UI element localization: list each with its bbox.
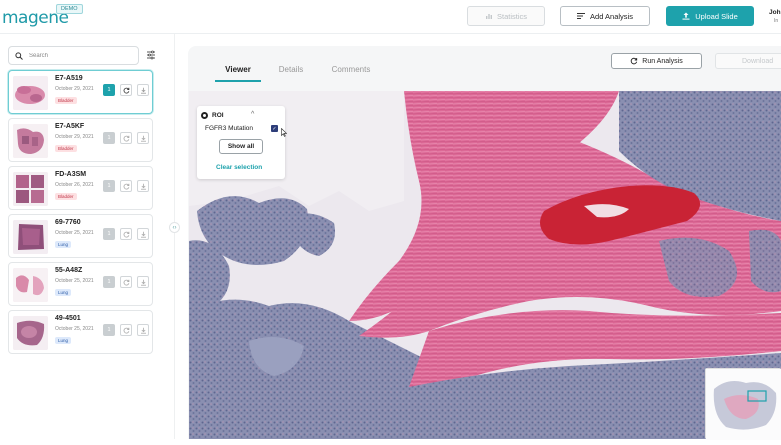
slide-thumbnail <box>13 316 48 350</box>
slide-id: 69-7760 <box>55 219 81 226</box>
download-icon <box>140 279 146 286</box>
slide-card[interactable]: 69-7760 October 25, 2021 Lung 1 <box>8 214 153 258</box>
search-input[interactable] <box>29 52 129 59</box>
analysis-count-badge[interactable]: 1 <box>103 132 115 144</box>
slide-card[interactable]: 49-4501 October 25, 2021 Lung 1 <box>8 310 153 354</box>
slide-thumbnail <box>13 220 48 254</box>
slide-date: October 29, 2021 <box>55 86 94 92</box>
slide-id: FD-A3SM <box>55 171 87 178</box>
slide-card[interactable]: FD-A3SM October 26, 2021 Bladder 1 <box>8 166 153 210</box>
download-slide-button[interactable] <box>137 132 149 144</box>
slide-card[interactable]: 55-A48Z October 25, 2021 Lung 1 <box>8 262 153 306</box>
refresh-button[interactable] <box>120 228 132 240</box>
refresh-button[interactable] <box>120 276 132 288</box>
user-org: In <box>774 18 779 24</box>
roi-panel: ROI ^ FGFR3 Mutation ✓ Show all Clear se… <box>197 106 285 179</box>
slide-thumbnail <box>13 124 48 158</box>
minimap-thumbnail <box>706 369 781 440</box>
upload-slide-label: Upload Slide <box>695 11 738 21</box>
user-name[interactable]: Joh <box>769 9 781 16</box>
bar-chart-icon <box>485 14 492 19</box>
clear-selection-link[interactable]: Clear selection <box>216 164 262 171</box>
filter-icon[interactable] <box>146 50 156 60</box>
roi-title: ROI <box>212 112 224 119</box>
roi-item-label: FGFR3 Mutation <box>205 125 254 132</box>
add-analysis-button[interactable]: Add Analysis <box>560 6 650 26</box>
download-icon <box>140 87 146 94</box>
download-slide-button[interactable] <box>137 180 149 192</box>
slide-thumbnail <box>13 76 48 110</box>
download-slide-button[interactable] <box>137 324 149 336</box>
download-icon <box>140 231 146 238</box>
refresh-icon <box>631 57 638 65</box>
refresh-icon <box>123 183 129 189</box>
download-icon <box>140 327 146 334</box>
slide-id: 49-4501 <box>55 315 81 322</box>
run-analysis-button[interactable]: Run Analysis <box>611 53 702 69</box>
slide-date: October 26, 2021 <box>55 182 94 188</box>
slide-id: E7-A519 <box>55 75 83 82</box>
download-icon <box>140 135 146 142</box>
list-icon <box>577 13 586 19</box>
analysis-count-badge[interactable]: 1 <box>103 324 115 336</box>
organ-tag: Bladder <box>55 193 77 200</box>
statistics-button[interactable]: Statistics <box>467 6 545 26</box>
slide-date: October 25, 2021 <box>55 230 94 236</box>
slide-date: October 25, 2021 <box>55 326 94 332</box>
download-slide-button[interactable] <box>137 84 149 96</box>
tab-viewer[interactable]: Viewer <box>215 60 261 82</box>
download-icon <box>140 183 146 190</box>
slide-card[interactable]: E7-A5KF October 29, 2021 Bladder 1 <box>8 118 153 162</box>
slide-card[interactable]: E7-A519 October 29, 2021 Bladder 1 <box>8 70 153 114</box>
refresh-button[interactable] <box>120 324 132 336</box>
refresh-icon <box>123 135 129 141</box>
search-box[interactable] <box>8 46 139 65</box>
refresh-icon <box>123 327 129 333</box>
collapse-sidebar-handle[interactable]: ‹› <box>169 222 180 233</box>
sidebar-divider <box>174 34 175 439</box>
organ-tag: Bladder <box>55 97 77 104</box>
slide-date: October 29, 2021 <box>55 134 94 140</box>
analysis-count-badge[interactable]: 1 <box>103 180 115 192</box>
minimap[interactable] <box>705 368 781 440</box>
slide-id: 55-A48Z <box>55 267 83 274</box>
analysis-count-badge[interactable]: 1 <box>103 228 115 240</box>
search-icon <box>15 51 23 60</box>
top-bar: magene DEMO Statistics Add Analysis Uplo… <box>0 0 781 34</box>
download-button[interactable]: Download <box>715 53 781 69</box>
tab-details[interactable]: Details <box>261 60 321 82</box>
show-all-button[interactable]: Show all <box>219 139 263 154</box>
tab-comments[interactable]: Comments <box>321 60 381 82</box>
analysis-count-badge[interactable]: 1 <box>103 276 115 288</box>
refresh-button[interactable] <box>120 180 132 192</box>
slide-sidebar: E7-A519 October 29, 2021 Bladder 1 E7-A5… <box>0 34 165 439</box>
add-analysis-label: Add Analysis <box>590 11 633 21</box>
slide-date: October 25, 2021 <box>55 278 94 284</box>
slide-id: E7-A5KF <box>55 123 85 130</box>
analysis-count-badge[interactable]: 1 <box>103 84 115 96</box>
organ-tag: Lung <box>55 241 72 248</box>
organ-tag: Lung <box>55 337 72 344</box>
download-slide-button[interactable] <box>137 276 149 288</box>
upload-slide-button[interactable]: Upload Slide <box>666 6 754 26</box>
refresh-icon <box>123 231 129 237</box>
roi-radio[interactable] <box>201 112 208 119</box>
download-slide-button[interactable] <box>137 228 149 240</box>
refresh-button[interactable] <box>120 132 132 144</box>
demo-badge: DEMO <box>56 4 83 14</box>
upload-icon <box>682 12 690 20</box>
statistics-label: Statistics <box>496 11 527 21</box>
chevron-up-icon[interactable]: ^ <box>251 111 254 118</box>
refresh-icon <box>123 279 129 285</box>
organ-tag: Bladder <box>55 145 77 152</box>
refresh-button[interactable] <box>120 84 132 96</box>
organ-tag: Lung <box>55 289 72 296</box>
slide-thumbnail <box>13 172 48 206</box>
mouse-cursor-icon <box>281 128 287 137</box>
slide-thumbnail <box>13 268 48 302</box>
refresh-icon <box>123 87 129 93</box>
roi-item-checkbox[interactable]: ✓ <box>271 125 278 132</box>
run-analysis-label: Run Analysis <box>642 57 683 65</box>
viewer-tabs: Viewer Details Comments <box>215 60 381 82</box>
